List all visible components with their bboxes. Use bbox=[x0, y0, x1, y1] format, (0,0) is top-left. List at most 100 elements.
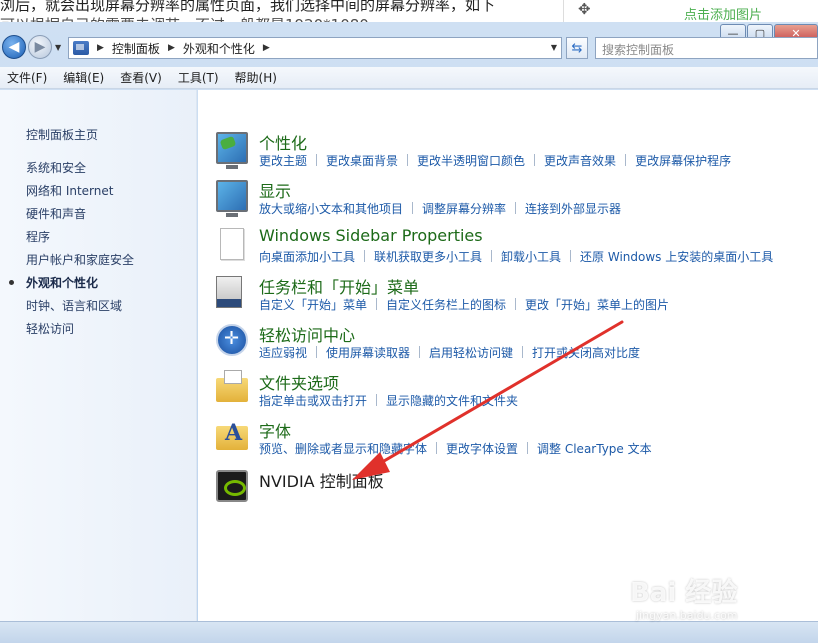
category-links: 向桌面添加小工具 联机获取更多小工具 卸载小工具 还原 Windows 上安装的桌面小… bbox=[259, 248, 773, 265]
category-title[interactable]: 字体 bbox=[259, 418, 291, 442]
link-high-contrast[interactable]: 打开或关闭高对比度 bbox=[532, 346, 640, 360]
watermark-brand: Bai 经验 bbox=[630, 578, 738, 608]
forward-arrow-icon[interactable]: ▶ bbox=[28, 35, 52, 59]
link-taskbar-icons[interactable]: 自定义任务栏上的图标 bbox=[386, 298, 506, 312]
menu-view[interactable]: 查看(V) bbox=[120, 69, 162, 86]
active-bullet-icon bbox=[9, 280, 14, 285]
category-title[interactable]: 任务栏和「开始」菜单 bbox=[259, 274, 419, 298]
chevron-right-icon[interactable]: ▶ bbox=[97, 43, 104, 53]
chevron-right-icon[interactable]: ▶ bbox=[168, 43, 175, 53]
category-nvidia: NVIDIA 控制面板 bbox=[198, 468, 818, 516]
link-separator bbox=[316, 154, 318, 166]
category-title[interactable]: 轻松访问中心 bbox=[259, 322, 355, 346]
link-text-size[interactable]: 放大或缩小文本和其他项目 bbox=[259, 202, 403, 216]
category-links: 预览、删除或者显示和隐藏字体 更改字体设置 调整 ClearType 文本 bbox=[259, 440, 652, 457]
link-change-theme[interactable]: 更改主题 bbox=[259, 154, 307, 168]
link-separator bbox=[570, 250, 572, 262]
sidebar-item-programs[interactable]: 程序 bbox=[26, 228, 50, 245]
sidebar-item-system-security[interactable]: 系统和安全 bbox=[26, 159, 86, 176]
sidebar-item-hardware-sound[interactable]: 硬件和声音 bbox=[26, 205, 86, 222]
category-links: 适应弱视 使用屏幕读取器 启用轻松访问键 打开或关闭高对比度 bbox=[259, 344, 640, 361]
category-title[interactable]: NVIDIA 控制面板 bbox=[259, 468, 384, 492]
nvidia-icon[interactable] bbox=[216, 470, 248, 502]
link-separator bbox=[491, 250, 493, 262]
refresh-icon[interactable]: ⇆ bbox=[566, 37, 588, 59]
link-separator bbox=[534, 154, 536, 166]
link-cleartype[interactable]: 调整 ClearType 文本 bbox=[537, 442, 652, 456]
link-separator bbox=[515, 298, 517, 310]
link-add-gadgets[interactable]: 向桌面添加小工具 bbox=[259, 250, 355, 264]
link-separator bbox=[625, 154, 627, 166]
search-input[interactable]: 搜索控制面板 bbox=[595, 37, 818, 59]
link-separator bbox=[364, 250, 366, 262]
breadcrumb-appearance[interactable]: 外观和个性化 bbox=[183, 40, 255, 57]
back-arrow-icon[interactable]: ◀ bbox=[2, 35, 26, 59]
link-get-more-gadgets[interactable]: 联机获取更多小工具 bbox=[374, 250, 482, 264]
link-ease-keys[interactable]: 启用轻松访问键 bbox=[429, 346, 513, 360]
document-icon[interactable] bbox=[220, 228, 244, 260]
address-dropdown-icon[interactable]: ▼ bbox=[551, 43, 557, 52]
link-external-display[interactable]: 连接到外部显示器 bbox=[525, 202, 621, 216]
link-separator bbox=[412, 202, 414, 214]
link-separator bbox=[419, 346, 421, 358]
link-single-double-click[interactable]: 指定单击或双击打开 bbox=[259, 394, 367, 408]
link-screen-resolution[interactable]: 调整屏幕分辨率 bbox=[422, 202, 506, 216]
sidebar-item-ease-of-access[interactable]: 轻松访问 bbox=[26, 320, 74, 337]
menu-bar: 文件(F) 编辑(E) 查看(V) 工具(T) 帮助(H) bbox=[0, 67, 818, 89]
link-screen-reader[interactable]: 使用屏幕读取器 bbox=[326, 346, 410, 360]
category-fonts: 字体 预览、删除或者显示和隐藏字体 更改字体设置 调整 ClearType 文本 bbox=[198, 418, 818, 466]
category-links: 放大或缩小文本和其他项目 调整屏幕分辨率 连接到外部显示器 bbox=[259, 200, 621, 217]
category-title[interactable]: 显示 bbox=[259, 178, 291, 202]
category-title[interactable]: 文件夹选项 bbox=[259, 370, 339, 394]
sidebar-item-home[interactable]: 控制面板主页 bbox=[26, 126, 98, 143]
category-links: 指定单击或双击打开 显示隐藏的文件和文件夹 bbox=[259, 392, 518, 409]
content-area: 控制面板主页 系统和安全 网络和 Internet 硬件和声音 程序 用户帐户和… bbox=[0, 90, 818, 643]
folder-options-icon[interactable] bbox=[216, 370, 248, 402]
personalize-icon[interactable] bbox=[216, 132, 248, 169]
menu-help[interactable]: 帮助(H) bbox=[235, 69, 277, 86]
link-low-vision[interactable]: 适应弱视 bbox=[259, 346, 307, 360]
menu-edit[interactable]: 编辑(E) bbox=[63, 69, 104, 86]
chevron-right-icon[interactable]: ▶ bbox=[263, 43, 270, 53]
link-separator bbox=[376, 298, 378, 310]
link-screensaver[interactable]: 更改屏幕保护程序 bbox=[635, 154, 731, 168]
link-preview-fonts[interactable]: 预览、删除或者显示和隐藏字体 bbox=[259, 442, 427, 456]
menu-tools[interactable]: 工具(T) bbox=[178, 69, 219, 86]
sidebar-item-appearance[interactable]: 外观和个性化 bbox=[26, 274, 98, 291]
sidebar-item-clock-region[interactable]: 时钟、语言和区域 bbox=[26, 297, 122, 314]
breadcrumb-control-panel[interactable]: 控制面板 bbox=[112, 40, 160, 57]
ease-of-access-icon[interactable] bbox=[216, 324, 248, 356]
menu-file[interactable]: 文件(F) bbox=[7, 69, 47, 86]
category-windows-sidebar: Windows Sidebar Properties 向桌面添加小工具 联机获取更… bbox=[198, 226, 818, 274]
link-separator bbox=[376, 394, 378, 406]
taskbar-icon[interactable] bbox=[216, 276, 242, 308]
fonts-icon[interactable] bbox=[216, 420, 248, 450]
link-customize-start[interactable]: 自定义「开始」菜单 bbox=[259, 298, 367, 312]
sidebar-item-network[interactable]: 网络和 Internet bbox=[26, 182, 113, 199]
link-start-picture[interactable]: 更改「开始」菜单上的图片 bbox=[525, 298, 669, 312]
link-sound-effects[interactable]: 更改声音效果 bbox=[544, 154, 616, 168]
category-display: 显示 放大或缩小文本和其他项目 调整屏幕分辨率 连接到外部显示器 bbox=[198, 178, 818, 226]
category-links: 更改主题 更改桌面背景 更改半透明窗口颜色 更改声音效果 更改屏幕保护程序 bbox=[259, 152, 731, 169]
link-font-settings[interactable]: 更改字体设置 bbox=[446, 442, 518, 456]
move-icon[interactable]: ✥ bbox=[578, 0, 591, 18]
display-icon[interactable] bbox=[216, 180, 248, 217]
category-title[interactable]: Windows Sidebar Properties bbox=[259, 226, 483, 245]
link-separator bbox=[515, 202, 517, 214]
link-separator bbox=[436, 442, 438, 454]
recent-pages-dropdown-icon[interactable]: ▼ bbox=[55, 43, 61, 52]
link-hidden-files[interactable]: 显示隐藏的文件和文件夹 bbox=[386, 394, 518, 408]
watermark-url: jingyan.baidu.com bbox=[636, 609, 738, 622]
link-restore-gadgets[interactable]: 还原 Windows 上安装的桌面小工具 bbox=[580, 250, 773, 264]
link-change-background[interactable]: 更改桌面背景 bbox=[326, 154, 398, 168]
add-image-link[interactable]: 点击添加图片 bbox=[684, 4, 762, 23]
link-uninstall-gadget[interactable]: 卸载小工具 bbox=[501, 250, 561, 264]
category-personalization: 个性化 更改主题 更改桌面背景 更改半透明窗口颜色 更改声音效果 更改屏幕保护程序 bbox=[198, 130, 818, 178]
category-taskbar: 任务栏和「开始」菜单 自定义「开始」菜单 自定义任务栏上的图标 更改「开始」菜单上的… bbox=[198, 274, 818, 322]
link-window-color[interactable]: 更改半透明窗口颜色 bbox=[417, 154, 525, 168]
main-panel: 个性化 更改主题 更改桌面背景 更改半透明窗口颜色 更改声音效果 更改屏幕保护程序 显示… bbox=[198, 90, 818, 621]
category-title[interactable]: 个性化 bbox=[259, 130, 307, 154]
sidebar-item-user-accounts[interactable]: 用户帐户和家庭安全 bbox=[26, 251, 134, 268]
address-bar[interactable]: ▶ 控制面板 ▶ 外观和个性化 ▶ ▼ bbox=[68, 37, 562, 59]
baidu-watermark: Bai 经验 jingyan.baidu.com bbox=[630, 572, 810, 642]
